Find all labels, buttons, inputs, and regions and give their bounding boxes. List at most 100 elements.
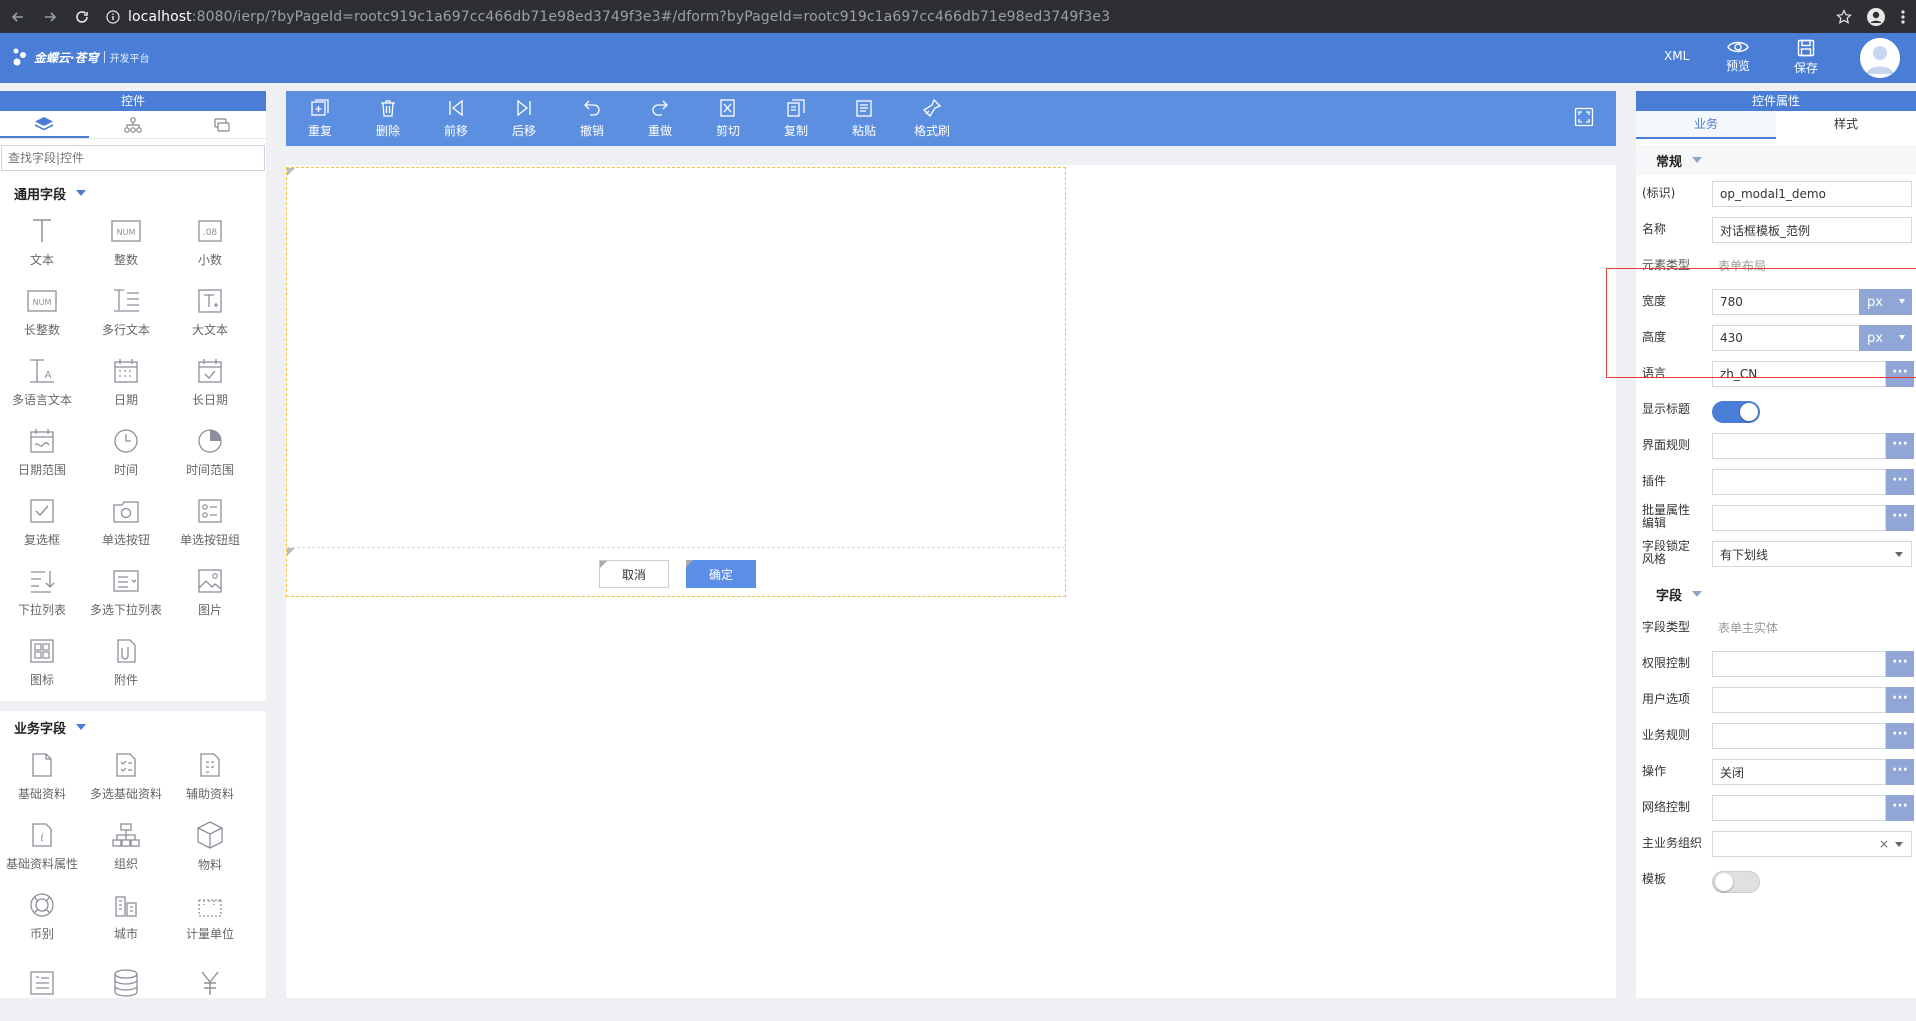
control-multi-select-dropdown[interactable]: 多选下拉列表 xyxy=(84,557,168,627)
business-fields-header[interactable]: 业务字段 xyxy=(0,713,266,741)
move-backward-button[interactable]: 后移 xyxy=(490,91,558,146)
operation-input[interactable]: 关闭 xyxy=(1712,759,1886,785)
cancel-button[interactable]: 取消 xyxy=(599,560,669,588)
tab-style[interactable]: 样式 xyxy=(1776,111,1916,139)
tab-templates[interactable] xyxy=(177,111,266,138)
tab-controls[interactable] xyxy=(0,111,89,138)
delete-button[interactable]: 删除 xyxy=(354,91,422,146)
control-material[interactable]: 物料 xyxy=(168,811,252,881)
control-dropdown[interactable]: 下拉列表 xyxy=(0,557,84,627)
control-time-range[interactable]: 时间范围 xyxy=(168,417,252,487)
preview-button[interactable]: 预览 xyxy=(1718,39,1758,74)
account-icon[interactable] xyxy=(1866,7,1886,27)
name-input[interactable]: 对话框模板_范例 xyxy=(1712,217,1912,243)
user-options-input[interactable] xyxy=(1712,687,1886,713)
general-section-header[interactable]: 常规 xyxy=(1636,145,1916,175)
format-painter-button[interactable]: 格式刷 xyxy=(898,91,966,146)
control-organization[interactable]: 组织 xyxy=(84,811,168,881)
business-rule-more-button[interactable]: ··· xyxy=(1886,723,1914,749)
control-city[interactable]: 城市 xyxy=(84,881,168,951)
control-assist-data[interactable]: 辅助资料 xyxy=(168,741,252,811)
more-menu-icon[interactable] xyxy=(1900,9,1906,25)
form-footer[interactable]: 取消 确定 xyxy=(287,548,1065,596)
move-forward-button[interactable]: 前移 xyxy=(422,91,490,146)
control-multiline-text[interactable]: 多行文本 xyxy=(84,277,168,347)
user-options-more-button[interactable]: ··· xyxy=(1886,687,1914,713)
form-body[interactable] xyxy=(287,168,1065,548)
design-canvas[interactable]: 取消 确定 xyxy=(286,165,1616,998)
batch-edit-more-button[interactable]: ··· xyxy=(1886,505,1914,531)
field-section-header[interactable]: 字段 xyxy=(1636,579,1916,609)
width-input[interactable]: 780 xyxy=(1712,289,1860,315)
field-search[interactable] xyxy=(1,145,265,171)
control-price-field[interactable] xyxy=(168,951,252,1021)
fullscreen-button[interactable] xyxy=(1574,107,1594,127)
plugin-input[interactable] xyxy=(1712,469,1886,495)
redo-button[interactable]: 重做 xyxy=(626,91,694,146)
field-search-input[interactable] xyxy=(8,151,264,165)
ui-rule-input[interactable] xyxy=(1712,433,1886,459)
tab-structure[interactable] xyxy=(89,111,178,138)
tab-business[interactable]: 业务 xyxy=(1636,111,1776,139)
control-radio-button[interactable]: 单选按钮 xyxy=(84,487,168,557)
control-multi-base-data[interactable]: 多选基础资料 xyxy=(84,741,168,811)
lock-style-select[interactable]: 有下划线 xyxy=(1712,541,1912,567)
operation-more-button[interactable]: ··· xyxy=(1886,759,1914,785)
control-icon[interactable]: 图标 xyxy=(0,627,84,697)
control-base-data[interactable]: 基础资料 xyxy=(0,741,84,811)
business-rule-input[interactable] xyxy=(1712,723,1886,749)
width-unit-select[interactable]: px xyxy=(1859,289,1912,315)
save-button[interactable]: 保存 xyxy=(1786,39,1826,76)
control-multilang-text[interactable]: A 多语言文本 xyxy=(0,347,84,417)
height-unit-select[interactable]: px xyxy=(1859,325,1912,351)
network-control-input[interactable] xyxy=(1712,795,1886,821)
control-radio-group[interactable]: 单选按钮组 xyxy=(168,487,252,557)
control-unit-of-measure[interactable]: 计量单位 xyxy=(168,881,252,951)
address-bar[interactable]: localhost:8080/ierp/?byPageId=rootc919c1… xyxy=(106,5,1110,29)
cut-button[interactable]: 剪切 xyxy=(694,91,762,146)
confirm-button[interactable]: 确定 xyxy=(686,560,756,588)
id-input[interactable]: op_modal1_demo xyxy=(1712,181,1912,207)
bookmark-star-icon[interactable] xyxy=(1836,9,1852,25)
avatar[interactable] xyxy=(1860,38,1900,78)
control-long-integer[interactable]: NUM 长整数 xyxy=(0,277,84,347)
control-image[interactable]: 图片 xyxy=(168,557,252,627)
copy-button[interactable]: 复制 xyxy=(762,91,830,146)
control-date-range[interactable]: 日期范围 xyxy=(0,417,84,487)
ui-rule-more-button[interactable]: ··· xyxy=(1886,433,1914,459)
permission-input[interactable] xyxy=(1712,651,1886,677)
control-decimal[interactable]: .08 小数 xyxy=(168,207,252,277)
control-checkbox[interactable]: 复选框 xyxy=(0,487,84,557)
form-layout[interactable]: 取消 确定 xyxy=(286,167,1066,597)
xml-button[interactable]: XML xyxy=(1664,49,1689,63)
control-large-text[interactable]: 大文本 xyxy=(168,277,252,347)
control-attachment[interactable]: 附件 xyxy=(84,627,168,697)
reload-icon[interactable] xyxy=(68,3,96,31)
control-base-data-property[interactable]: i 基础资料属性 xyxy=(0,811,84,881)
duplicate-button[interactable]: 重复 xyxy=(286,91,354,146)
batch-edit-input[interactable] xyxy=(1712,505,1886,531)
control-database-field[interactable] xyxy=(84,951,168,1021)
control-text[interactable]: 文本 xyxy=(0,207,84,277)
forward-icon[interactable] xyxy=(36,3,64,31)
height-input[interactable]: 430 xyxy=(1712,325,1860,351)
control-integer[interactable]: NUM 整数 xyxy=(84,207,168,277)
show-title-toggle[interactable] xyxy=(1712,401,1760,423)
undo-button[interactable]: 撤销 xyxy=(558,91,626,146)
control-time[interactable]: 时间 xyxy=(84,417,168,487)
language-input[interactable]: zh_CN xyxy=(1712,361,1886,387)
plugin-more-button[interactable]: ··· xyxy=(1886,469,1914,495)
main-org-select[interactable]: × xyxy=(1712,831,1912,857)
control-date[interactable]: 日期 xyxy=(84,347,168,417)
control-list-field[interactable] xyxy=(0,951,84,1021)
template-toggle[interactable] xyxy=(1712,871,1760,893)
permission-more-button[interactable]: ··· xyxy=(1886,651,1914,677)
network-control-more-button[interactable]: ··· xyxy=(1886,795,1914,821)
back-icon[interactable] xyxy=(4,3,32,31)
common-fields-header[interactable]: 通用字段 xyxy=(0,179,266,207)
paste-button[interactable]: 粘贴 xyxy=(830,91,898,146)
control-long-date[interactable]: 长日期 xyxy=(168,347,252,417)
control-currency[interactable]: 币别 xyxy=(0,881,84,951)
language-more-button[interactable]: ··· xyxy=(1886,361,1914,387)
clear-icon[interactable]: × xyxy=(1879,837,1889,851)
